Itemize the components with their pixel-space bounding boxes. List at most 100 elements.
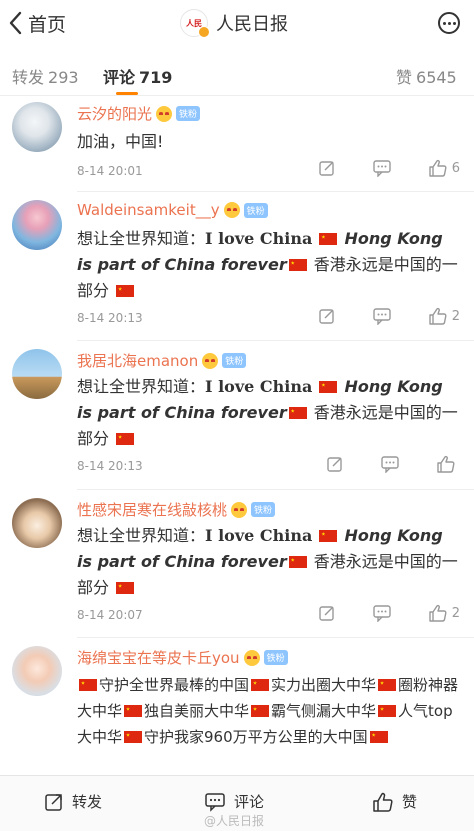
- like-count: 2: [451, 605, 460, 621]
- flag-icon: [116, 433, 135, 445]
- comment-button[interactable]: [372, 604, 392, 622]
- comment-username[interactable]: 我居北海emanon 铁粉: [77, 350, 247, 371]
- back-button[interactable]: 首页: [8, 9, 66, 37]
- like-icon: [429, 307, 447, 325]
- like-count: 2: [451, 308, 460, 324]
- flag-icon: [319, 530, 338, 542]
- page-title: 人民日报: [216, 14, 288, 35]
- comment-action-button[interactable]: 评论: [204, 791, 264, 812]
- comment-text: 想让全世界知道：I love China Hong Kong is part o…: [77, 523, 462, 601]
- comment-text-b: I love China: [205, 377, 313, 396]
- flag-icon: [378, 679, 397, 691]
- fan-badge: 铁粉: [222, 353, 247, 368]
- edit-icon: [319, 606, 334, 621]
- like-count: 6: [451, 160, 460, 176]
- like-button[interactable]: 6: [428, 159, 460, 177]
- comment-text: 想让全世界知道：I love China Hong Kong is part o…: [77, 226, 462, 304]
- like-icon: [429, 159, 447, 177]
- tab-comment-label: 评论: [103, 68, 136, 87]
- comment-button[interactable]: [372, 159, 392, 177]
- fan-emoji-icon: [223, 202, 240, 218]
- avatar[interactable]: [12, 200, 62, 250]
- tab-repost[interactable]: 转发 293: [12, 64, 79, 88]
- repost-label: 转发: [72, 793, 103, 811]
- tab-comment-count: 719: [139, 68, 173, 87]
- comment-time: 8-14 20:13: [77, 311, 143, 325]
- comment-icon: [381, 456, 399, 473]
- reply-button[interactable]: [318, 604, 336, 622]
- fan-emoji-icon: [156, 105, 173, 122]
- comment-text-b: I love China: [205, 229, 313, 248]
- flag-icon: [319, 233, 338, 245]
- like-button[interactable]: 2: [428, 307, 460, 325]
- comment-username[interactable]: 云汐的阳光 铁粉: [77, 103, 201, 124]
- comment-username[interactable]: Waldeinsamkeit__y 铁粉: [77, 201, 268, 219]
- comment-text-4: 独自美丽大中华: [144, 702, 250, 720]
- comment-actions: 2: [282, 604, 460, 622]
- comment-icon: [373, 160, 391, 177]
- tab-active-indicator: [116, 92, 138, 95]
- like-button[interactable]: [436, 455, 460, 473]
- divider: [77, 191, 474, 192]
- comment-username[interactable]: 海绵宝宝在等皮卡丘you 铁粉: [77, 647, 288, 668]
- username-text: 我居北海emanon: [77, 352, 199, 370]
- avatar[interactable]: [12, 646, 62, 696]
- account-header[interactable]: 人民 人民日报: [180, 7, 288, 39]
- comment-text-7: 守护我家960万平方公里的大中国: [144, 728, 368, 746]
- back-label: 首页: [28, 13, 67, 36]
- like-button[interactable]: 2: [428, 604, 460, 622]
- fan-emoji-icon: [202, 352, 219, 369]
- flag-icon: [124, 705, 143, 717]
- tab-comment[interactable]: 评论 719: [103, 64, 172, 88]
- comment-icon: [373, 605, 391, 622]
- flag-icon: [251, 705, 270, 717]
- avatar[interactable]: [12, 102, 62, 152]
- comment-actions: 6: [282, 159, 460, 177]
- comment-time: 8-14 20:01: [77, 164, 143, 178]
- avatar[interactable]: [12, 498, 62, 548]
- flag-icon: [288, 556, 307, 568]
- flag-icon: [369, 731, 388, 743]
- verified-icon: [198, 26, 210, 38]
- comment-text: 守护全世界最棒的中国 实力出圈大中华 圈粉神器大中华 独自美丽大中华 霸气侧漏大中华 人气…: [77, 672, 462, 750]
- comment-username[interactable]: 性感宋居寒在线敲核桃 铁粉: [77, 499, 276, 520]
- fan-badge: 铁粉: [243, 202, 268, 218]
- username-text: 海绵宝宝在等皮卡丘you: [77, 649, 240, 667]
- edit-icon: [319, 161, 334, 176]
- flag-icon: [288, 407, 307, 419]
- repost-button[interactable]: 转发: [44, 791, 102, 812]
- fan-emoji-icon: [243, 649, 260, 666]
- comment-text: 想让全世界知道：I love China Hong Kong is part o…: [77, 374, 462, 452]
- like-action-label: 赞: [402, 793, 418, 811]
- flag-icon: [319, 381, 338, 393]
- comment-button[interactable]: [372, 307, 392, 325]
- reply-button[interactable]: [318, 307, 336, 325]
- fan-badge: 铁粉: [263, 650, 288, 665]
- divider: [77, 340, 474, 341]
- top-nav-bar: 首页 人民 人民日报: [0, 0, 474, 46]
- flag-icon: [288, 259, 307, 271]
- avatar[interactable]: [12, 349, 62, 399]
- tab-bar: 转发 293 评论 719 赞 6545: [0, 52, 474, 96]
- flag-icon: [378, 705, 397, 717]
- comment-text-1: 守护全世界最棒的中国: [99, 676, 250, 694]
- repost-icon: [45, 793, 62, 811]
- more-icon[interactable]: [438, 12, 460, 34]
- tab-like-count: 6545: [416, 68, 457, 87]
- reply-button[interactable]: [326, 455, 344, 473]
- flag-icon: [116, 582, 135, 594]
- like-action-button[interactable]: 赞: [372, 791, 417, 812]
- comment-text-5: 霸气侧漏大中华: [271, 702, 377, 720]
- comment-action-label: 评论: [234, 793, 265, 811]
- username-text: Waldeinsamkeit__y: [77, 201, 220, 219]
- reply-button[interactable]: [318, 159, 336, 177]
- comment-text-2: 实力出圈大中华: [271, 676, 377, 694]
- comment-button[interactable]: [380, 455, 400, 473]
- fan-badge: 铁粉: [251, 502, 276, 517]
- tab-like[interactable]: 赞 6545: [396, 64, 457, 88]
- tab-repost-count: 293: [48, 68, 79, 87]
- bottom-action-bar: 转发 评论 赞 @人民日报: [0, 775, 474, 831]
- flag-icon: [79, 679, 97, 691]
- divider: [77, 489, 474, 490]
- watermark: @人民日报: [204, 814, 265, 828]
